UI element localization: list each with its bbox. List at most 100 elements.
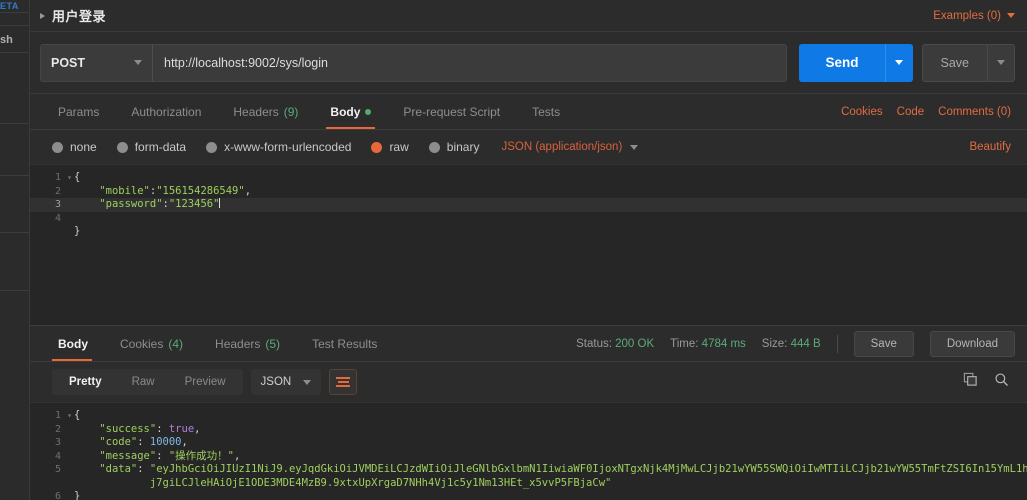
tab-count: (4) [168,337,183,351]
send-options-button[interactable] [885,44,913,82]
examples-label[interactable]: Examples (0) [933,10,1001,22]
body-type-none[interactable]: none [52,140,97,154]
line-number: 2 [30,423,66,437]
tab-label: Authorization [131,105,201,119]
sidebar-sliver: ETA sh [0,0,30,500]
tab-label: Body [58,337,88,351]
code-value-mobile: "156154286549" [156,185,245,197]
sidebar-item-partial[interactable]: sh [0,34,30,46]
response-format-select[interactable]: JSON [251,369,322,395]
wrap-lines-button[interactable] [329,369,357,395]
code-value-data-line1: "eyJhbGciOiJIUzI1NiJ9.eyJqdGkiOiJVMDEiLC… [150,463,1027,475]
beta-badge-partial: ETA [0,1,30,11]
url-bar: POST http://localhost:9002/sys/login Sen… [30,32,1027,94]
chevron-right-icon[interactable] [40,13,45,19]
tab-label: Pre-request Script [403,105,500,119]
download-response-button[interactable]: Download [930,331,1015,357]
sliver-divider [0,290,30,291]
response-tab-body[interactable]: Body [40,326,104,361]
send-label: Send [825,55,858,70]
format-label: JSON [261,376,292,388]
response-body-editor[interactable]: 1▾ 2 3 4 5 6 { "success": true, "code": … [30,402,1027,500]
tab-authorization[interactable]: Authorization [115,94,217,129]
save-options-button[interactable] [987,44,1015,82]
view-mode-pretty[interactable]: Pretty [54,371,117,393]
content-type-select[interactable]: JSON (application/json) [501,141,638,153]
comments-link[interactable]: Comments (0) [938,106,1011,118]
radio-label: form-data [135,140,186,154]
tab-label: Cookies [120,337,163,351]
text-cursor [219,198,220,208]
tab-label: Headers [233,105,278,119]
sliver-divider [0,175,30,176]
tab-label: Tests [532,105,560,119]
code-key-success: "success" [99,423,156,435]
code-link[interactable]: Code [897,106,925,118]
body-type-form-data[interactable]: form-data [117,140,186,154]
request-body-editor[interactable]: 1▾ 2 3 4 { "mobile":"156154286549", "pas… [30,164,1027,325]
request-body-code[interactable]: { "mobile":"156154286549", "password":"1… [66,165,1027,325]
size-value: 444 B [791,338,821,350]
status-badge: Status: 200 OK [576,338,654,350]
radio-label: none [70,140,97,154]
chevron-down-icon [303,380,311,385]
tab-label: Test Results [312,337,377,351]
cookies-link[interactable]: Cookies [841,106,883,118]
line-number: 4 [30,212,66,226]
tab-body[interactable]: Body [314,94,387,129]
save-request-button[interactable]: Save [922,44,988,82]
time-badge: Time: 4784 ms [670,338,746,350]
method-select[interactable]: POST [40,44,152,82]
body-type-urlencoded[interactable]: x-www-form-urlencoded [206,140,351,154]
method-label: POST [51,56,134,70]
line-number: 2 [30,185,66,199]
tab-params[interactable]: Params [40,94,115,129]
response-tab-cookies[interactable]: Cookies (4) [104,326,199,361]
code-key-password: "password" [99,198,162,210]
code-brace-close: } [74,225,80,237]
beautify-button[interactable]: Beautify [969,141,1015,153]
code-value-success: true [169,423,194,435]
sliver-divider [0,232,30,233]
save-label: Save [941,56,970,70]
sliver-divider [0,12,30,13]
request-line-numbers: 1▾ 2 3 4 [30,165,66,325]
request-title-bar: 用户登录 Examples (0) [30,0,1027,32]
tab-headers[interactable]: Headers (9) [217,94,314,129]
code-value-password: "123456" [169,198,220,210]
save-response-button[interactable]: Save [854,331,914,357]
chevron-down-icon [895,60,903,65]
radio-icon [429,142,440,153]
radio-icon [206,142,217,153]
tab-pre-request-script[interactable]: Pre-request Script [387,94,516,129]
tab-label: Params [58,105,99,119]
chevron-down-icon [630,145,638,150]
body-type-binary[interactable]: binary [429,140,480,154]
line-number: 4 [30,450,66,464]
line-number: 1▾ [30,409,66,423]
tab-label: Body [330,105,360,119]
size-label: Size: [762,338,788,350]
tab-count: (9) [284,105,299,119]
request-tab-links: Cookies Code Comments (0) [841,94,1015,129]
chevron-down-icon[interactable] [1007,13,1015,18]
tab-tests[interactable]: Tests [516,94,576,129]
view-mode-raw[interactable]: Raw [117,371,170,393]
response-tab-test-results[interactable]: Test Results [296,326,393,361]
view-mode-preview[interactable]: Preview [170,371,241,393]
copy-icon[interactable] [963,372,978,392]
body-type-raw[interactable]: raw [371,140,408,154]
chevron-down-icon [134,60,142,65]
tab-label: Headers [215,337,260,351]
url-input[interactable]: http://localhost:9002/sys/login [152,44,787,82]
time-value: 4784 ms [702,338,746,350]
code-key-data: "data" [99,463,137,475]
response-body-code[interactable]: { "success": true, "code": 10000, "messa… [66,403,1027,500]
response-view-toolbar: Pretty Raw Preview JSON [30,362,1027,402]
code-value-code: 10000 [150,436,182,448]
search-icon[interactable] [994,372,1009,392]
send-button[interactable]: Send [799,44,884,82]
radio-label: binary [447,140,480,154]
response-tab-headers[interactable]: Headers (5) [199,326,296,361]
view-mode-group: Pretty Raw Preview [52,369,243,395]
